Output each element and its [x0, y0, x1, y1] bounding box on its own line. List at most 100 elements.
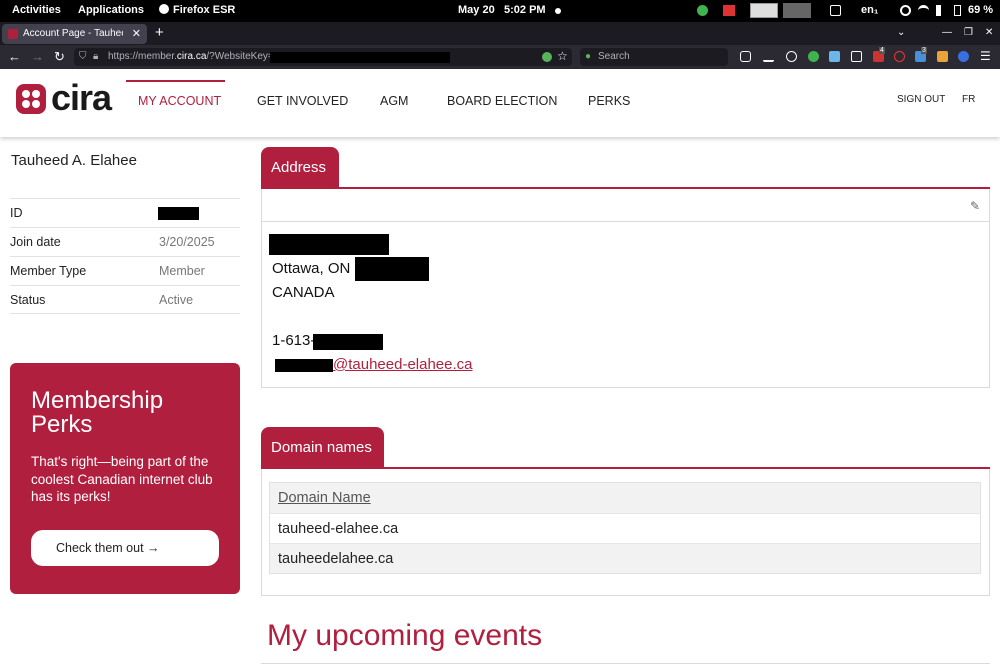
tracking-shield-icon[interactable]: ⛉ — [79, 51, 87, 62]
address-tab-label: Address — [271, 159, 327, 176]
account-icon[interactable] — [786, 51, 797, 62]
workspace-2-thumbnail[interactable] — [783, 3, 811, 18]
back-icon[interactable]: ← — [8, 49, 21, 64]
battery-icon[interactable] — [954, 5, 961, 16]
sign-out-link[interactable]: SIGN OUT — [897, 94, 945, 105]
wifi-icon[interactable] — [918, 5, 929, 16]
close-window-icon[interactable]: ✕ — [985, 27, 993, 38]
firefox-app-menu[interactable]: Firefox ESR — [159, 4, 235, 16]
tab-title: Account Page - Tauheed A. Elahee — [23, 28, 123, 39]
extension-green-icon[interactable] — [808, 51, 819, 62]
record-indicator-icon[interactable] — [723, 5, 735, 16]
pocket-icon[interactable] — [740, 51, 751, 62]
table-row: tauheedelahee.ca — [270, 543, 980, 573]
domain-table: Domain Name tauheed-elahee.ca tauheedela… — [269, 482, 981, 574]
panel-divider — [262, 221, 989, 222]
applications-menu[interactable]: Applications — [78, 4, 144, 16]
new-tab-button[interactable]: + — [155, 24, 164, 41]
minimize-window-icon[interactable]: — — [942, 27, 952, 38]
browser-tab-strip: Account Page - Tauheed A. Elahee ✕ + ⌄ —… — [0, 22, 1000, 45]
maximize-window-icon[interactable]: ❐ — [964, 27, 973, 38]
info-label: Status — [10, 293, 46, 307]
domain-names-tab-label: Domain names — [271, 439, 372, 456]
redacted-member-id — [158, 207, 199, 220]
redacted-street-address — [269, 234, 389, 255]
battery-percent: 69 % — [968, 4, 994, 16]
search-engine-icon: ● — [585, 51, 592, 62]
table-row: tauheed-elahee.ca — [270, 513, 980, 543]
extensions-puzzle-icon[interactable] — [851, 51, 862, 62]
list-all-tabs-icon[interactable]: ⌄ — [897, 27, 905, 38]
domain-cell: tauheedelahee.ca — [278, 551, 394, 567]
url-text: https://member.cira.ca/?WebsiteKey= — [108, 51, 274, 62]
redacted-phone-number — [313, 334, 383, 350]
close-tab-icon[interactable]: ✕ — [132, 27, 141, 40]
clipboard-icon[interactable] — [830, 5, 841, 16]
extension-badge: 3 — [921, 47, 927, 54]
extension-blue-icon[interactable] — [829, 51, 840, 62]
notification-dot-icon — [555, 8, 561, 14]
url-bar[interactable]: ⛉ 🔒︎ https://member.cira.ca/?WebsiteKey=… — [74, 48, 572, 66]
cira-favicon-icon — [8, 29, 18, 39]
site-header: cira MY ACCOUNT GET INVOLVED AGM BOARD E… — [0, 69, 1000, 137]
clock-date[interactable]: May 20 — [458, 4, 495, 16]
bookmark-star-icon[interactable]: ☆ — [557, 49, 568, 63]
info-label: Member Type — [10, 264, 87, 278]
reload-icon[interactable]: ↻ — [54, 49, 65, 65]
address-tab: Address — [261, 147, 339, 188]
nav-board-election[interactable]: BOARD ELECTION — [447, 94, 557, 108]
info-row-status: Status Active — [10, 285, 240, 314]
address-phone: 1-613- — [272, 332, 316, 349]
forward-icon[interactable]: → — [31, 49, 44, 64]
domain-names-tab: Domain names — [261, 427, 384, 468]
search-bar[interactable]: ● Search — [580, 48, 728, 66]
domain-table-header[interactable]: Domain Name — [270, 483, 980, 513]
email-link[interactable]: @tauheed-elahee.ca — [333, 356, 473, 373]
redacted-postal-code — [355, 257, 429, 281]
keyboard-layout[interactable]: en₁ — [861, 4, 878, 16]
lock-icon[interactable]: 🔒︎ — [93, 51, 98, 62]
nav-get-involved[interactable]: GET INVOLVED — [257, 94, 348, 108]
check-them-out-button[interactable]: Check them out → — [31, 530, 219, 566]
tab-account-page[interactable]: Account Page - Tauheed A. Elahee ✕ — [2, 24, 147, 44]
address-city-line: Ottawa, ON — [272, 260, 351, 277]
membership-perks-card: Membership Perks That's right—being part… — [10, 363, 240, 594]
perks-title: Membership Perks — [31, 387, 164, 438]
nav-agm[interactable]: AGM — [380, 94, 408, 108]
info-label: Join date — [10, 235, 61, 249]
workspace-1-thumbnail[interactable] — [750, 3, 778, 18]
activities-button[interactable]: Activities — [12, 4, 61, 16]
perks-description: That's right—being part of the coolest C… — [31, 454, 213, 504]
domain-column-header[interactable]: Domain Name — [278, 490, 371, 506]
extension-page-icon[interactable] — [542, 52, 552, 62]
info-value: Member — [159, 264, 205, 278]
app-name: Firefox ESR — [173, 4, 236, 16]
browser-navigation-bar: ← → ↻ ⛉ 🔒︎ https://member.cira.ca/?Websi… — [0, 45, 1000, 69]
info-label: ID — [10, 206, 23, 220]
menu-hamburger-icon[interactable]: ☰ — [980, 49, 991, 63]
extension-red-icon[interactable] — [894, 51, 905, 62]
clock-time[interactable]: 5:02 PM — [504, 4, 546, 16]
active-nav-indicator — [126, 80, 225, 82]
info-value: 3/20/2025 — [159, 235, 215, 249]
cira-logo-icon[interactable] — [16, 84, 46, 114]
nav-perks[interactable]: PERKS — [588, 94, 630, 108]
check-them-out-label: Check them out → — [56, 541, 160, 555]
volume-icon[interactable] — [936, 5, 947, 16]
info-row-member-type: Member Type Member — [10, 256, 240, 285]
language-toggle-fr[interactable]: FR — [962, 94, 975, 105]
extension-circle-icon[interactable] — [958, 51, 969, 62]
search-input[interactable]: Search — [598, 51, 630, 62]
address-country: CANADA — [272, 284, 335, 301]
member-info-table: ID Join date 3/20/2025 Member Type Membe… — [10, 198, 240, 314]
extension-orange-icon[interactable] — [937, 51, 948, 62]
downloads-icon[interactable] — [763, 51, 774, 62]
brightness-icon[interactable] — [900, 5, 911, 16]
logo-text[interactable]: cira — [51, 77, 112, 119]
firefox-icon — [159, 4, 169, 14]
nav-my-account[interactable]: MY ACCOUNT — [138, 94, 221, 108]
status-check-icon[interactable] — [697, 5, 708, 16]
ublock-badge: 4 — [879, 47, 885, 54]
redacted-url-key — [270, 52, 450, 63]
edit-pencil-icon[interactable]: ✎ — [970, 199, 980, 213]
